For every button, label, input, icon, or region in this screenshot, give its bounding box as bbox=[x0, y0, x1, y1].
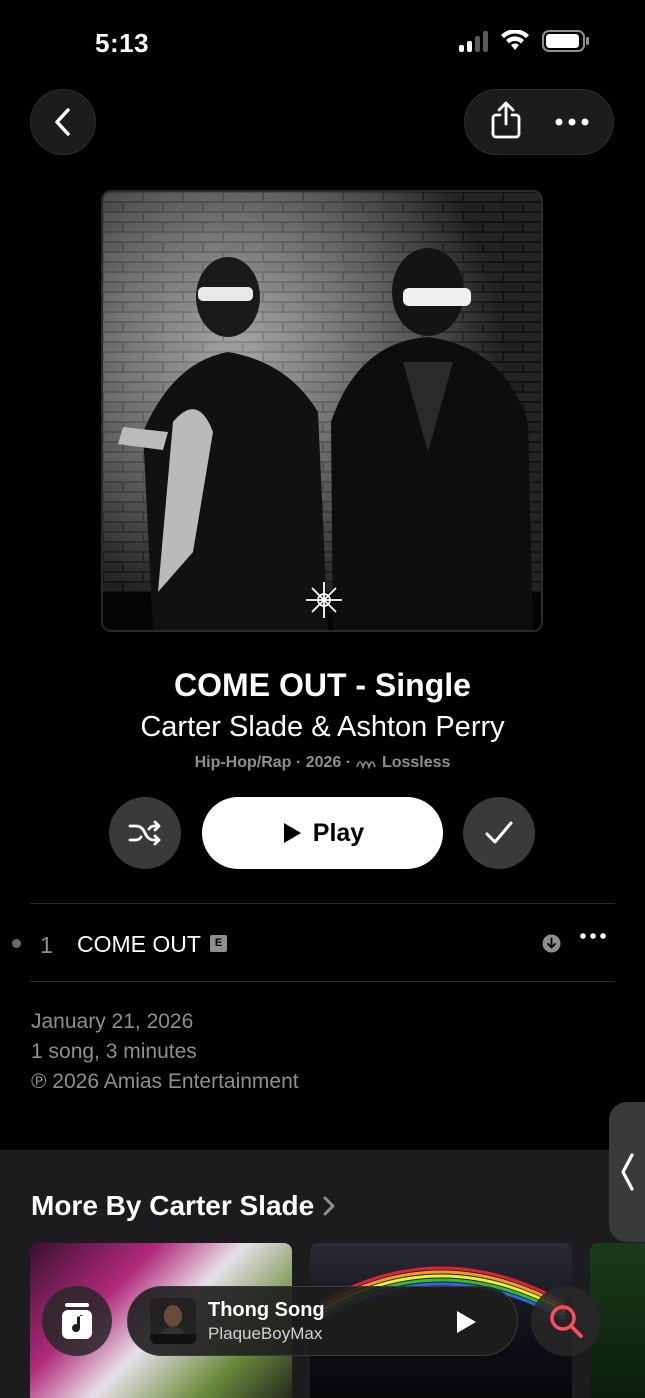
track-row[interactable]: 1 COME OUT E bbox=[0, 904, 645, 982]
play-button[interactable]: Play bbox=[202, 797, 443, 869]
music-note-icon bbox=[62, 1303, 92, 1339]
now-playing-title: Thong Song bbox=[208, 1299, 325, 1321]
checkmark-icon bbox=[485, 821, 513, 844]
search-button[interactable] bbox=[531, 1286, 601, 1356]
album-title: COME OUT - Single bbox=[174, 667, 471, 703]
shuffle-icon bbox=[128, 820, 161, 846]
more-by-header[interactable]: More By Carter Slade bbox=[31, 1190, 336, 1222]
play-icon bbox=[283, 823, 301, 843]
track-title: COME OUT bbox=[77, 931, 201, 957]
downloaded-dot-icon bbox=[12, 939, 21, 948]
share-icon bbox=[491, 101, 520, 138]
status-time: 5:13 bbox=[95, 28, 150, 58]
track-more-icon[interactable] bbox=[580, 932, 606, 940]
explicit-badge: E bbox=[210, 935, 227, 952]
more-options-button[interactable] bbox=[555, 113, 589, 131]
divider bbox=[30, 981, 615, 982]
status-icons bbox=[459, 30, 590, 52]
mini-player[interactable]: Thong Song PlaqueBoyMax bbox=[127, 1286, 518, 1356]
header-actions bbox=[464, 89, 614, 155]
album-summary: 1 song, 3 minutes bbox=[31, 1040, 197, 1063]
chevron-right-icon bbox=[323, 1196, 335, 1216]
added-to-library-button[interactable] bbox=[463, 797, 535, 869]
side-panel-handle[interactable] bbox=[609, 1102, 645, 1242]
copyright: ℗ 2026 Amias Entertainment bbox=[31, 1070, 299, 1093]
play-label: Play bbox=[312, 818, 365, 847]
search-icon bbox=[550, 1305, 583, 1338]
album-genre-year: Hip-Hop/Rap · 2026 · bbox=[194, 754, 356, 771]
shuffle-button[interactable] bbox=[109, 797, 181, 869]
track-number: 1 bbox=[40, 932, 53, 958]
album-quality: Lossless bbox=[381, 754, 451, 771]
now-playing-artist: PlaqueBoyMax bbox=[208, 1324, 323, 1343]
library-button[interactable] bbox=[42, 1286, 112, 1356]
play-icon[interactable] bbox=[454, 1309, 478, 1335]
chevron-left-icon bbox=[621, 1153, 634, 1191]
wifi-icon bbox=[501, 30, 529, 50]
back-button[interactable] bbox=[30, 89, 96, 155]
album-meta: Hip-Hop/Rap · 2026 · Lossless bbox=[0, 754, 645, 772]
ellipsis-icon bbox=[555, 118, 588, 126]
download-icon[interactable] bbox=[542, 934, 561, 953]
album-artist[interactable]: Carter Slade & Ashton Perry bbox=[0, 711, 645, 744]
album-artwork bbox=[101, 190, 543, 632]
more-by-title: More By Carter Slade bbox=[31, 1190, 315, 1221]
share-button[interactable] bbox=[490, 101, 522, 144]
chevron-left-icon bbox=[55, 108, 70, 136]
lossless-icon bbox=[356, 760, 377, 770]
release-date: January 21, 2026 bbox=[31, 1010, 194, 1033]
battery-icon bbox=[542, 30, 589, 52]
now-playing-artwork bbox=[150, 1298, 196, 1344]
cellular-signal-icon bbox=[459, 30, 488, 52]
